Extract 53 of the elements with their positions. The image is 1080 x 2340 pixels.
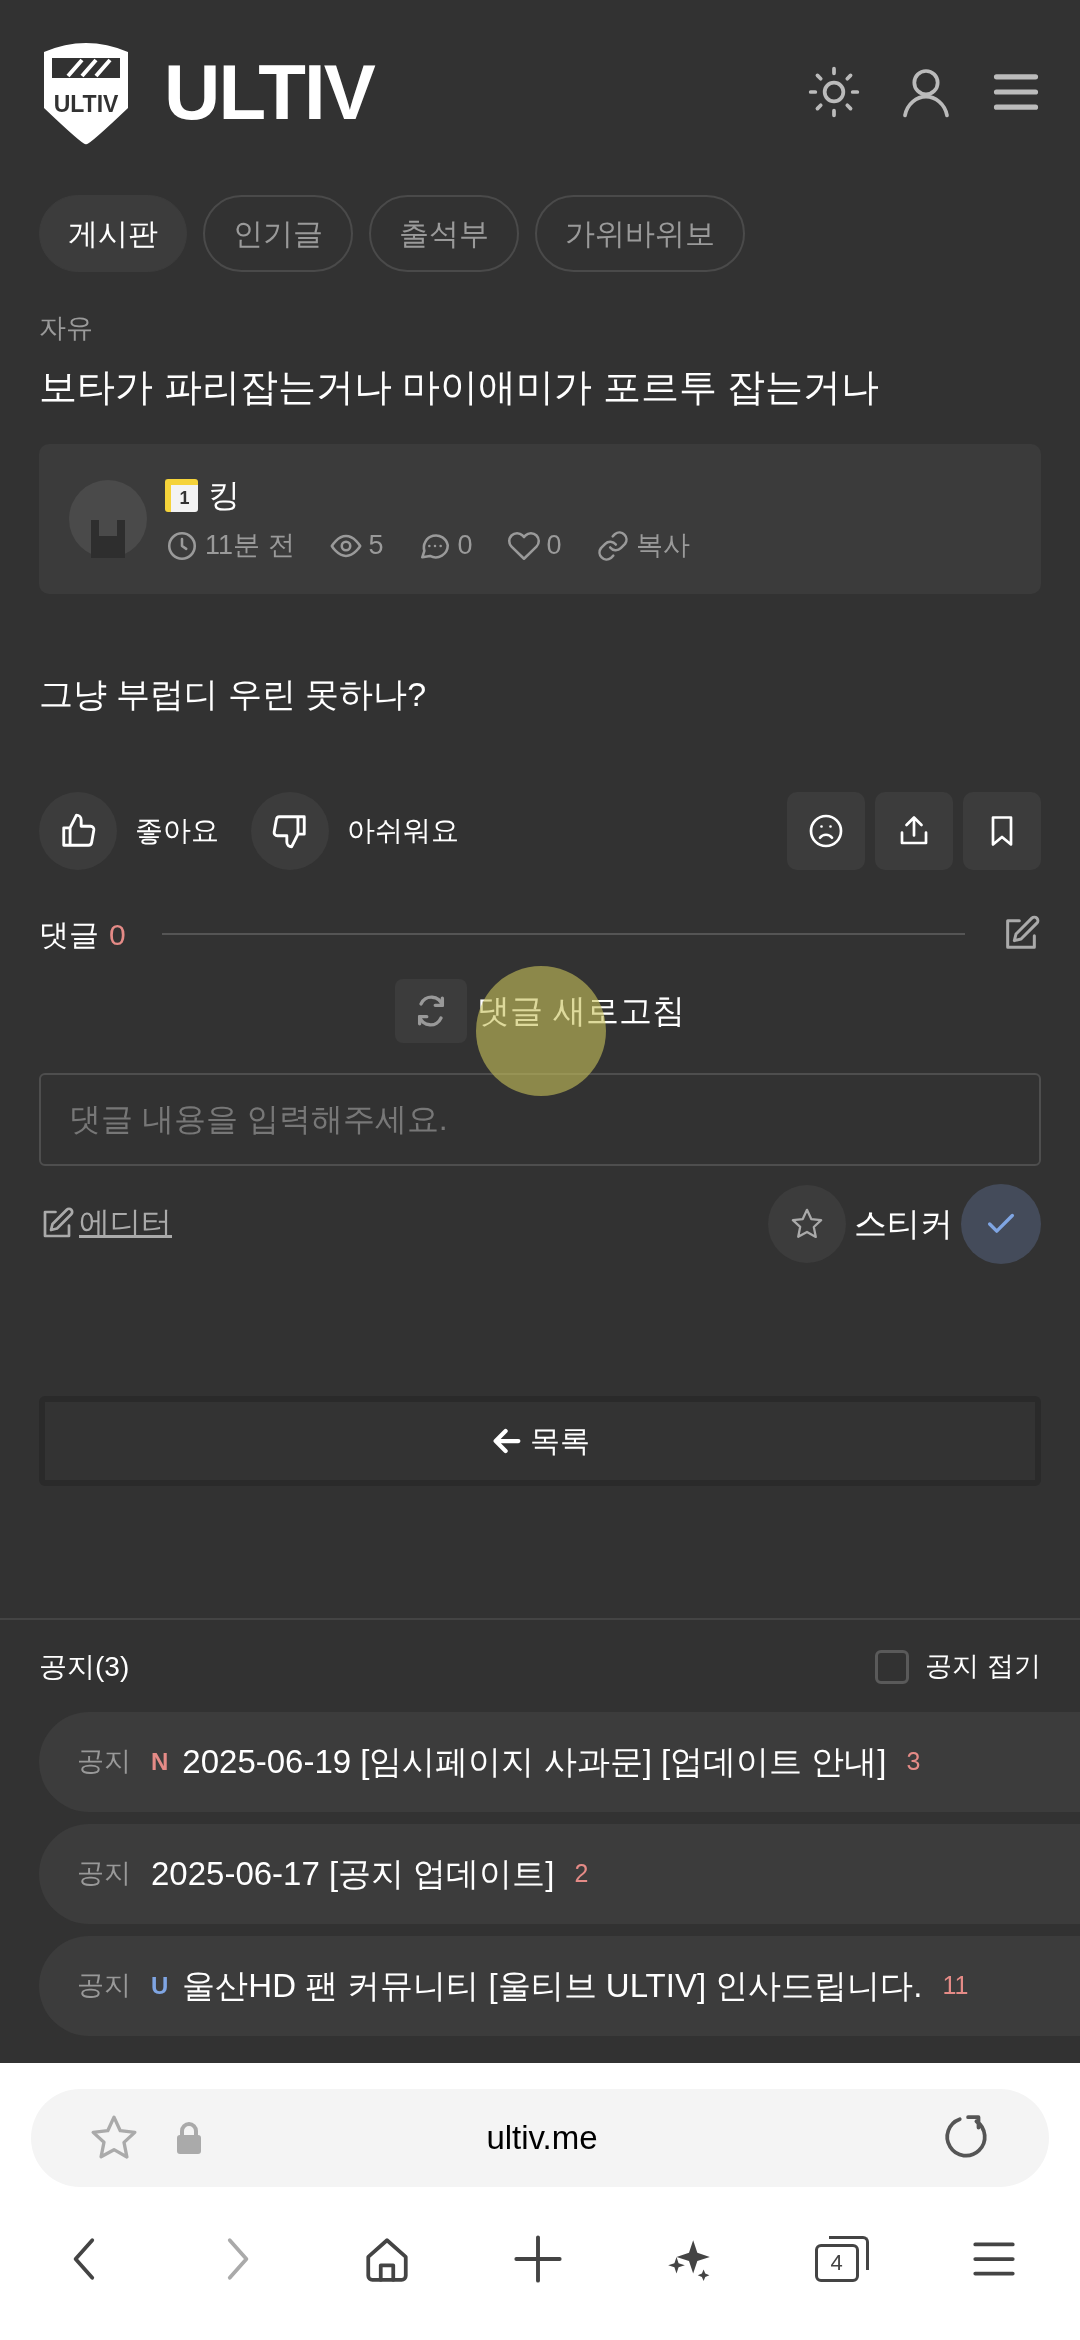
notice-tag: 공지 <box>77 1965 131 2006</box>
post-time: 11분 전 <box>205 529 295 563</box>
refresh-comments-button[interactable]: 댓글 새로고침 <box>477 985 685 1036</box>
board-tab[interactable]: 가위바위보 <box>535 195 745 272</box>
notice-heading: 공지(3) <box>39 1649 130 1684</box>
author-name[interactable]: 킹 <box>208 471 240 520</box>
editor-link[interactable]: 에디터 <box>39 1200 172 1247</box>
url-text: ultiv.me <box>485 2118 599 2159</box>
notice-title: 2025-06-17 [공지 업데이트] <box>151 1853 555 1894</box>
report-button[interactable] <box>787 791 865 870</box>
post-title: 보타가 파리잡는거나 마이애미가 포르투 잡는거나 <box>39 364 881 410</box>
comment-count: 0 <box>457 529 473 563</box>
comment-input-field[interactable]: 댓글 내용을 입력해주세요. <box>39 1072 1041 1166</box>
badge-letter: N <box>151 1746 169 1777</box>
level-badge: 1 <box>165 478 198 512</box>
notice-title: 울산HD 팬 커뮤니티 [울티브 ULTIV] 인사드립니다. <box>182 1965 923 2006</box>
checkbox[interactable] <box>875 1649 910 1684</box>
notice-row[interactable]: 공지 2025-06-17 [공지 업데이트] 2 <box>39 1823 1080 1924</box>
address-bar[interactable]: ultiv.me <box>31 2089 1049 2187</box>
like-count: 0 <box>546 529 562 563</box>
like-button[interactable]: 좋아요 <box>39 791 219 870</box>
notice-row[interactable]: 공지 U 울산HD 팬 커뮤니티 [울티브 ULTIV] 인사드립니다. 11 <box>39 1935 1080 2036</box>
reply-count: 3 <box>906 1745 921 1777</box>
notice-tag: 공지 <box>77 1853 131 1894</box>
thumbs-up-icon <box>59 811 97 850</box>
refresh-icon-button[interactable] <box>395 978 468 1043</box>
badge-letter: U <box>151 1970 169 2001</box>
board-tab[interactable]: 인기글 <box>203 195 353 272</box>
checkbox-label: 공지 접기 <box>925 1650 1041 1684</box>
copy-link-button[interactable]: 복사 <box>595 525 690 566</box>
view-count: 5 <box>368 529 384 563</box>
sticker-button[interactable]: 스티커 <box>768 1184 953 1263</box>
lock-icon <box>175 2121 203 2155</box>
reply-count: 2 <box>574 1857 589 1889</box>
logo-text: ULTIV <box>164 52 374 131</box>
list-button[interactable]: 목록 <box>39 1395 1041 1486</box>
star-icon <box>790 1206 824 1241</box>
notice-tag: 공지 <box>77 1741 131 1782</box>
notice-row[interactable]: 공지 N 2025-06-19 [임시페이지 사과문] [업데이트 안내] 3 <box>39 1711 1080 1812</box>
comments-count: 0 <box>109 916 126 953</box>
sad-face-icon <box>808 812 844 849</box>
plus-icon[interactable] <box>512 2233 564 2285</box>
notice-title: 2025-06-19 [임시페이지 사과문] [업데이트 안내] <box>182 1741 887 1782</box>
comments-label: 댓글 <box>39 916 99 953</box>
dislike-button[interactable]: 아쉬워요 <box>251 791 459 870</box>
reply-count: 11 <box>942 1969 969 2001</box>
link-icon <box>595 528 630 563</box>
bookmark-button[interactable] <box>963 791 1041 870</box>
share-button[interactable] <box>875 791 953 870</box>
post-body: 그냥 부럽디 우린 못하나? <box>39 673 428 715</box>
board-tab[interactable]: 게시판 <box>39 195 187 272</box>
post-category: 자유 <box>39 312 94 345</box>
board-tab[interactable]: 출석부 <box>369 195 519 272</box>
